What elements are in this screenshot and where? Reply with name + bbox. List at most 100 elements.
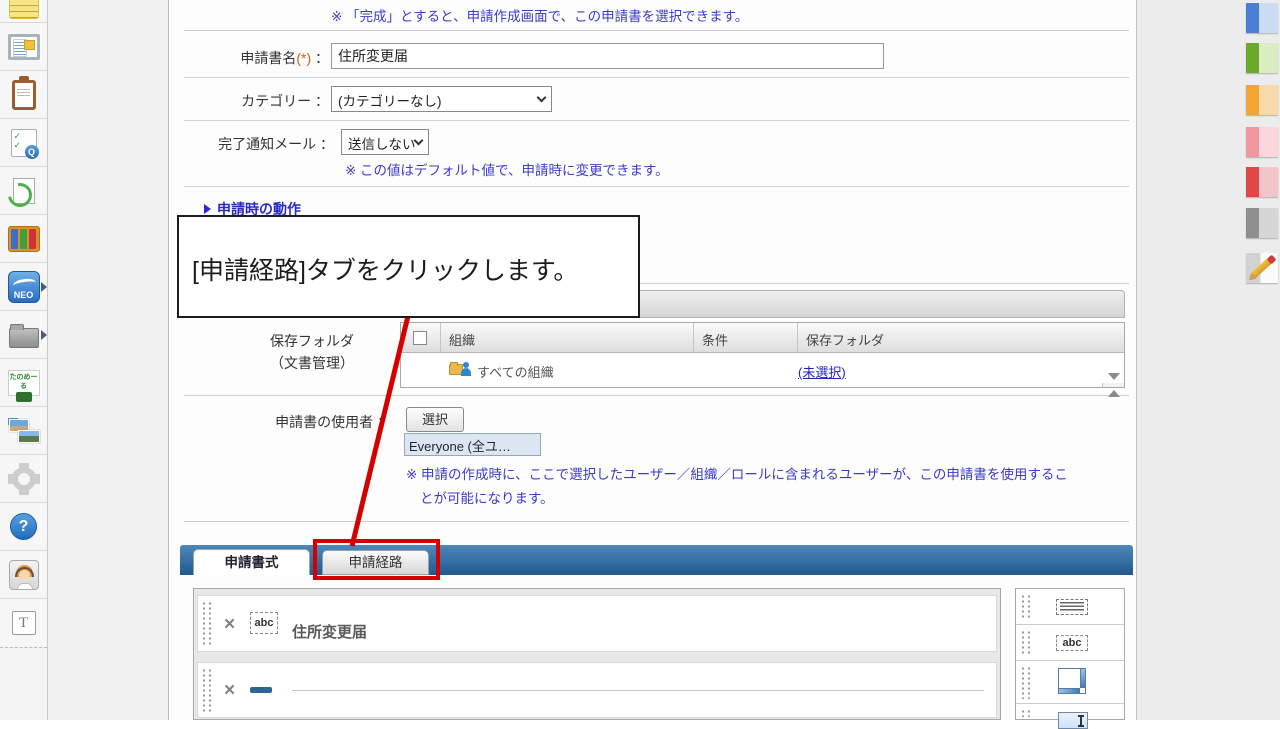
sidebar-item-settings[interactable] [0, 455, 47, 503]
builder-row-text-label[interactable]: × abc 住所変更届 [197, 595, 997, 652]
callout-text: [申請経路]タブをクリックします。 [192, 251, 578, 287]
builder-tab-bar: 申請書式 申請経路 [180, 545, 1133, 575]
sidebar-item-bulletin-board[interactable] [0, 23, 47, 71]
form-name-input[interactable] [331, 43, 884, 69]
bookshelf-icon [8, 226, 40, 252]
survey-icon: ✓✓Q [11, 129, 37, 157]
builder-row-horizontal-rule[interactable]: × [197, 662, 997, 718]
table-scrollbar[interactable] [1102, 383, 1124, 387]
parts-palette: abc [1015, 588, 1125, 720]
sidebar-item-help[interactable]: ? [0, 503, 47, 551]
mail-note: ※ この値はデフォルト値で、申請時に変更できます。 [345, 159, 669, 179]
completion-note: ※ 「完成」とすると、申請作成画面で、この申請書を選択できます。 [331, 5, 748, 25]
sidebar-item-text-tool[interactable]: T [0, 599, 47, 647]
instruction-callout: [申請経路]タブをクリックします。 [177, 215, 640, 318]
form-name-label: 申請書名(*) ： [184, 48, 329, 68]
palette-item-textarea[interactable] [1016, 661, 1124, 704]
scroll-down-icon[interactable] [1108, 373, 1120, 380]
scroll-up-icon[interactable] [1108, 390, 1120, 397]
col-condition: 条件 [694, 323, 798, 352]
description-part-icon [1056, 599, 1088, 615]
divider [184, 30, 1129, 31]
sidebar-item-support[interactable] [0, 551, 47, 599]
letter-t-icon: T [12, 611, 36, 635]
mail-select[interactable]: 送信しない [341, 129, 429, 155]
form-builder-canvas: × abc 住所変更届 × [193, 588, 1001, 720]
abc-label-icon: abc [250, 612, 278, 634]
sticky-orange-swatch[interactable] [1246, 85, 1278, 115]
drag-handle-icon[interactable] [1019, 629, 1031, 656]
drag-handle-icon[interactable] [200, 667, 213, 713]
divider [184, 521, 1129, 522]
org-name: すべての組織 [477, 353, 554, 387]
mail-label: 完了通知メール ： [184, 134, 334, 154]
drag-handle-icon[interactable] [200, 600, 213, 647]
sidebar-divider [0, 647, 47, 648]
category-select[interactable]: (カテゴリーなし) [331, 86, 552, 112]
delete-x-icon[interactable]: × [224, 615, 235, 634]
table-header-row: 組織 条件 保存フォルダ [401, 323, 1124, 353]
drag-handle-icon[interactable] [1019, 665, 1031, 699]
sticky-note-icon [9, 0, 39, 19]
flyout-arrow-icon [41, 282, 47, 292]
sidebar-item-tanomail[interactable]: たのめーる [0, 359, 47, 407]
sticky-green-swatch[interactable] [1246, 43, 1278, 73]
palette-item-input[interactable] [1016, 704, 1124, 721]
sticky-pink-swatch[interactable] [1246, 127, 1278, 157]
divider [184, 120, 1129, 121]
bulletin-board-icon [8, 34, 40, 60]
tab-form-layout[interactable]: 申請書式 [193, 549, 310, 575]
palette-item-description[interactable] [1016, 589, 1124, 625]
divider [184, 395, 1129, 396]
clipboard-icon [12, 80, 36, 110]
drag-handle-icon[interactable] [1019, 708, 1031, 717]
save-folder-table: 組織 条件 保存フォルダ すべての組織 (未選択) [400, 322, 1125, 388]
builder-row-label: 住所変更届 [292, 621, 367, 642]
sidebar-item-clipboard[interactable] [0, 71, 47, 119]
neo-icon: NEO [8, 271, 40, 303]
col-org: 組織 [441, 323, 694, 352]
gear-icon [12, 467, 36, 491]
triangle-right-icon [204, 204, 211, 214]
flyout-arrow-icon [41, 330, 47, 340]
sticky-red-swatch[interactable] [1246, 167, 1278, 197]
select-all-checkbox[interactable] [413, 331, 427, 345]
tanomail-icon: たのめーる [8, 370, 40, 396]
col-folder: 保存フォルダ [798, 323, 1124, 352]
textarea-part-icon [1058, 668, 1086, 694]
sidebar-item-folder[interactable] [0, 311, 47, 359]
hr-line [292, 690, 984, 691]
category-label: カテゴリー ： [184, 91, 329, 111]
everyone-chip[interactable]: Everyone (全ユ… [404, 433, 541, 456]
delete-x-icon[interactable]: × [224, 681, 235, 700]
required-mark: (*) [296, 50, 311, 66]
condition-cell [694, 353, 798, 387]
tab-approval-route[interactable]: 申請経路 [322, 550, 429, 575]
sidebar-item-library[interactable] [0, 215, 47, 263]
org-group-icon [449, 362, 471, 378]
sticky-blue-swatch[interactable] [1246, 3, 1278, 33]
drag-handle-icon[interactable] [1019, 593, 1031, 620]
sidebar-item-survey[interactable]: ✓✓Q [0, 119, 47, 167]
collapsed-panel-area [48, 0, 168, 720]
sticky-gray-swatch[interactable] [1246, 208, 1278, 238]
table-row: すべての組織 (未選択) [401, 353, 1124, 387]
sidebar-item-memo[interactable] [0, 0, 47, 23]
input-part-icon [1058, 712, 1088, 729]
palette-item-text-label[interactable]: abc [1016, 625, 1124, 661]
chevron-down-icon [537, 93, 547, 103]
photos-icon [8, 418, 40, 444]
select-user-button[interactable]: 選択 [406, 407, 464, 432]
operator-icon [9, 560, 39, 590]
divider [184, 186, 1129, 187]
sidebar-item-circulation[interactable] [0, 167, 47, 215]
sidebar-item-neo[interactable]: NEO [0, 263, 47, 311]
folder-unselected-link[interactable]: (未選択) [798, 365, 846, 380]
abc-label-icon: abc [1056, 635, 1088, 651]
question-icon: ? [10, 513, 37, 540]
pencil-tool[interactable] [1246, 253, 1278, 283]
app-sidebar: ✓✓Q NEO たのめーる ? T [0, 0, 48, 720]
user-label: 申請書の使用者 ： [184, 412, 391, 432]
save-folder-label: 保存フォルダ（文書管理） [204, 330, 354, 374]
sidebar-item-photos[interactable] [0, 407, 47, 455]
